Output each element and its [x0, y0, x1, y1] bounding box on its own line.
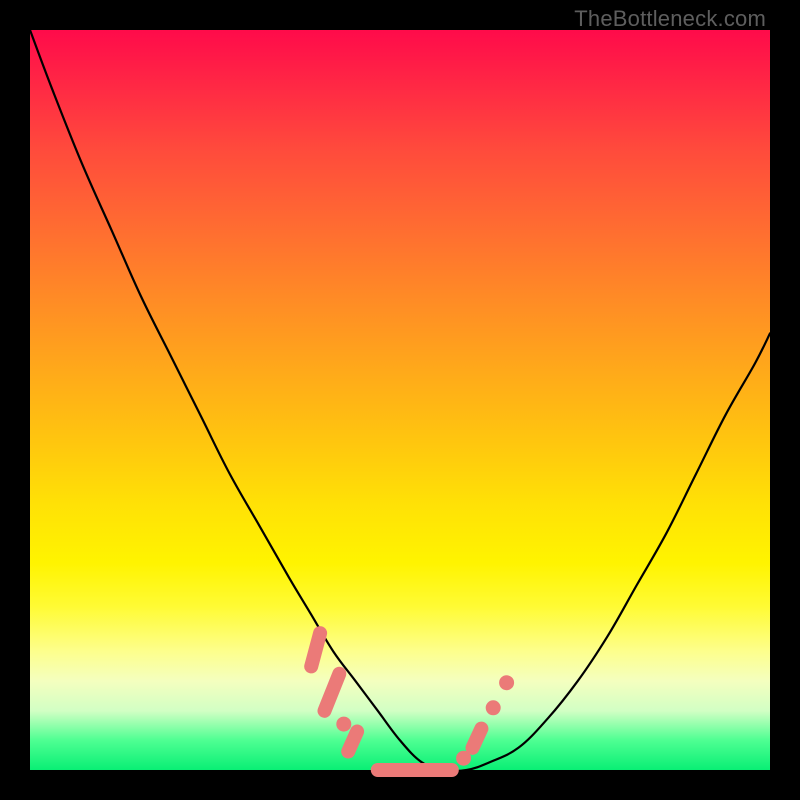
marker-capsule	[325, 674, 340, 711]
chart-frame: TheBottleneck.com	[0, 0, 800, 800]
bottleneck-curve	[30, 30, 770, 771]
optimal-range-markers	[311, 633, 513, 770]
marker-capsule	[311, 633, 320, 666]
marker-dot	[486, 701, 500, 715]
marker-dot	[500, 676, 514, 690]
plot-area	[30, 30, 770, 770]
marker-dot	[337, 717, 351, 731]
watermark-text: TheBottleneck.com	[574, 6, 766, 32]
marker-capsule	[473, 729, 482, 748]
bottleneck-curve-svg	[30, 30, 770, 770]
marker-capsule	[348, 732, 357, 752]
